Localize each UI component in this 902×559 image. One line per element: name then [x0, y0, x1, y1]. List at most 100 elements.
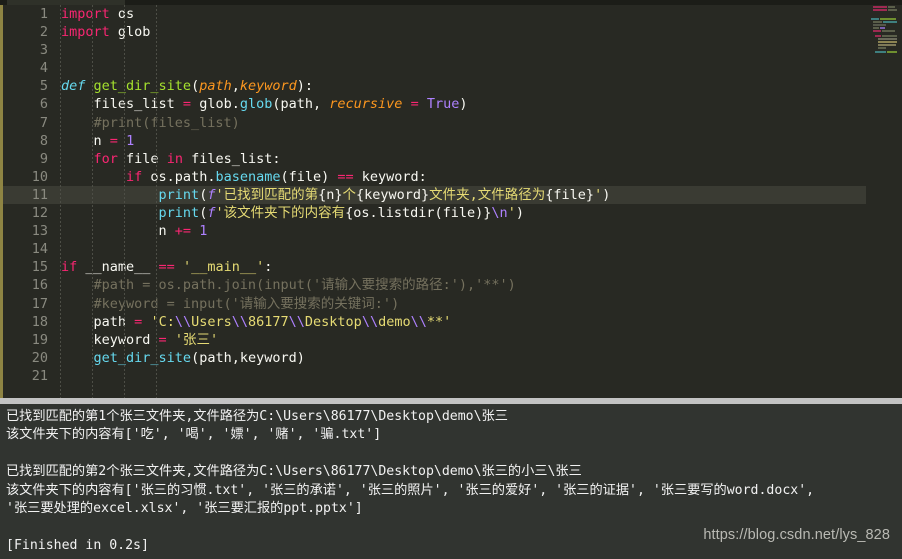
code-line[interactable]: 19 keyword = '张三' [0, 331, 902, 349]
code-token: files_list [61, 96, 183, 113]
code-token: 1 [126, 132, 135, 149]
minimap-row [873, 24, 886, 26]
minimap-row [878, 44, 896, 46]
code-line[interactable]: 7 #print(files_list) [0, 114, 902, 132]
code-token: (file) [280, 168, 338, 185]
code-line[interactable]: 5 def get_dir_site(path,keyword): [0, 77, 902, 95]
code-line[interactable]: 12 print(f'该文件夹下的内容有{os.listdir(file)}\n… [0, 204, 902, 222]
code-line[interactable]: 21 [0, 367, 902, 385]
minimap-row [875, 51, 886, 53]
minimap-row [882, 30, 895, 32]
code-line-text[interactable]: print(f'已找到匹配的第{n}个{keyword}文件夹,文件路径为{fi… [55, 185, 902, 205]
minimap-row [873, 9, 887, 11]
code-line-text[interactable]: #keyword = input('请输入要搜索的关键词:') [55, 295, 902, 313]
minimap-row [880, 18, 896, 20]
code-line[interactable]: 9 for file in files_list: [0, 150, 902, 168]
code-line[interactable]: 2 import glob [0, 23, 902, 41]
code-line[interactable]: 17 #keyword = input('请输入要搜索的关键词:') [0, 295, 902, 313]
editor-accent-stripe [0, 5, 3, 398]
code-line-text[interactable]: if __name__ == '__main__': [55, 258, 902, 276]
code-token: '__main__' [182, 259, 265, 276]
pane-splitter[interactable] [0, 398, 902, 404]
code-token: \\ [288, 313, 305, 330]
code-line[interactable]: 15 if __name__ == '__main__': [0, 258, 902, 276]
code-token: print [158, 205, 200, 222]
line-number: 13 [31, 223, 48, 240]
code-token: == [158, 259, 175, 276]
code-token: def [61, 78, 86, 95]
code-token: **' [426, 313, 452, 330]
code-line-text[interactable]: import glob [55, 23, 902, 41]
minimap[interactable] [866, 5, 902, 398]
code-line[interactable]: 10 if os.path.basename(file) == keyword: [0, 168, 902, 186]
console-line: 已找到匹配的第1个张三文件夹,文件路径为C:\Users\86177\Deskt… [6, 409, 508, 424]
code-line[interactable]: 8 n = 1 [0, 132, 902, 150]
code-line-text[interactable]: get_dir_site(path,keyword) [55, 349, 902, 367]
code-line[interactable]: 6 files_list = glob.glob(path, recursive… [0, 95, 902, 113]
code-line-text[interactable]: for file in files_list: [55, 150, 902, 168]
code-token: import [61, 6, 110, 22]
tab-active[interactable] [7, 0, 125, 5]
line-number: 11 [3, 185, 55, 205]
line-number: 1 [39, 6, 48, 22]
code-token: ) [602, 186, 611, 203]
minimap-row [880, 27, 885, 29]
code-line-text[interactable] [55, 41, 902, 59]
code-lines-container[interactable]: 1 import os 2 import glob 3 4 5 def get_dir_sit… [0, 5, 902, 398]
code-token: keyword [61, 331, 159, 348]
code-line[interactable]: 1 import os [0, 5, 902, 23]
code-token: : [264, 259, 273, 276]
code-token: #keyword = input('请输入要搜索的关键词:') [61, 295, 400, 312]
code-line-text[interactable] [55, 240, 902, 258]
line-number: 10 [31, 168, 48, 185]
code-token: __name__ [77, 259, 159, 276]
code-token: glob. [191, 96, 240, 113]
code-token: = [410, 96, 419, 113]
code-line[interactable]: 13 n += 1 [0, 222, 902, 240]
code-line[interactable]: 11 print(f'已找到匹配的第{n}个{keyword}文件夹,文件路径为… [0, 185, 902, 205]
code-token: basename [215, 168, 281, 185]
code-line[interactable]: 20 get_dir_site(path,keyword) [0, 349, 902, 367]
code-line-text[interactable]: #print(files_list) [55, 114, 902, 132]
code-line-text[interactable]: import os [55, 5, 902, 23]
code-token: path [199, 78, 232, 95]
code-token: n [61, 223, 175, 240]
code-line-text[interactable] [55, 59, 902, 77]
code-line[interactable]: 3 [0, 41, 902, 59]
code-editor-pane[interactable]: 1 import os 2 import glob 3 4 5 def get_dir_sit… [0, 5, 902, 398]
console-line: 该文件夹下的内容有['吃', '喝', '嫖', '赌', '骗.txt'] [6, 427, 382, 443]
code-token: {file} [545, 186, 595, 203]
minimap-row [883, 21, 897, 23]
code-token: file [117, 150, 167, 167]
code-token: os.path. [142, 168, 216, 185]
code-line-text[interactable]: #path = os.path.join(input('请输入要搜索的路径:')… [55, 276, 902, 294]
code-line-text[interactable]: n = 1 [55, 132, 902, 150]
code-token: ( [191, 78, 200, 95]
code-token: demo [378, 313, 411, 330]
minimap-row [882, 35, 897, 37]
code-line-text[interactable]: if os.path.basename(file) == keyword: [55, 168, 902, 186]
code-line[interactable]: 4 [0, 59, 902, 77]
code-line-text[interactable]: files_list = glob.glob(path, recursive =… [55, 95, 902, 113]
code-token: recursive [329, 96, 403, 113]
code-token: import [61, 24, 110, 41]
code-line-text[interactable]: def get_dir_site(path,keyword): [55, 77, 902, 95]
code-line-text[interactable]: path = 'C:\\Users\\86177\\Desktop\\demo\… [55, 313, 902, 331]
code-line-text[interactable]: print(f'该文件夹下的内容有{os.listdir(file)}\n') [55, 204, 902, 222]
code-line-text[interactable] [55, 367, 902, 385]
code-line-text[interactable]: n += 1 [55, 222, 902, 240]
minimap-row [873, 6, 887, 8]
code-line[interactable]: 16 #path = os.path.join(input('请输入要搜索的路径… [0, 276, 902, 294]
code-token: = [182, 96, 192, 113]
code-token: 个 [342, 186, 357, 203]
code-line-text[interactable]: keyword = '张三' [55, 331, 902, 349]
console-line: 该文件夹下的内容有['张三的习惯.txt', '张三的承诺', '张三的照片',… [6, 482, 815, 498]
line-number: 19 [31, 331, 48, 348]
code-line[interactable]: 18 path = 'C:\\Users\\86177\\Desktop\\de… [0, 313, 902, 331]
code-line[interactable]: 14 [0, 240, 902, 258]
